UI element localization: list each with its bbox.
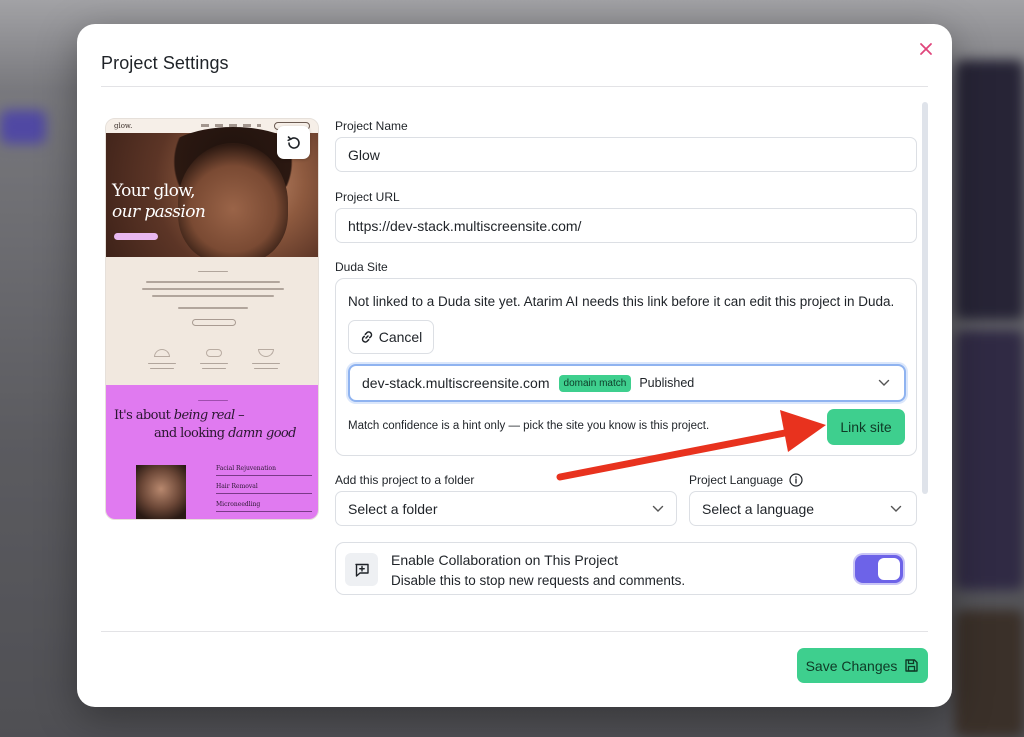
preview-pink-line2-italic: damn good [228, 426, 296, 441]
preview-text-line [178, 307, 248, 309]
preview-pink-line1-italic: being real [173, 408, 235, 423]
preview-hero-line2: our passion [112, 202, 206, 222]
link-icon [361, 331, 372, 343]
match-hint: Match confidence is a hint only — pick t… [348, 420, 710, 432]
site-status: Published [639, 376, 695, 390]
duda-site-select[interactable]: dev-stack.multiscreensite.com domain mat… [348, 364, 906, 402]
cancel-label: Cancel [378, 329, 423, 345]
preview-hero-line1: Your glow, [112, 181, 196, 201]
footer-divider [101, 631, 928, 632]
language-value: Select a language [702, 500, 815, 517]
duda-site-label: Duda Site [335, 260, 388, 274]
language-select[interactable]: Select a language [689, 491, 917, 526]
project-name-value: Glow [348, 146, 380, 163]
close-icon[interactable] [918, 41, 934, 57]
preview-treatments-section: It's about being real – and looking damn… [106, 385, 318, 519]
site-url: dev-stack.multiscreensite.com [362, 375, 550, 391]
project-url-label: Project URL [335, 190, 400, 204]
folder-select[interactable]: Select a folder [335, 491, 677, 526]
preview-pink-line1: It's about [114, 408, 171, 423]
link-site-button[interactable]: Link site [827, 409, 905, 445]
preview-feature-text [200, 363, 228, 364]
folder-value: Select a folder [348, 500, 438, 517]
collaboration-panel: Enable Collaboration on This Project Dis… [335, 542, 917, 595]
preview-treatment-item: Microneedling [216, 501, 312, 512]
collaboration-title: Enable Collaboration on This Project [391, 552, 618, 568]
preview-hero-button [114, 233, 158, 240]
preview-hero-heading: Your glow, our passion [112, 181, 206, 223]
preview-pink-line2: and looking [154, 426, 225, 441]
preview-feature-text [202, 368, 226, 369]
chevron-down-icon [890, 505, 902, 512]
preview-feature-icon [206, 349, 222, 357]
site-preview: glow. Your glow, our passion It's about … [105, 118, 319, 520]
save-changes-label: Save Changes [805, 657, 898, 674]
language-label: Project Language [689, 473, 784, 487]
collaboration-toggle[interactable] [855, 555, 903, 583]
domain-match-badge: domain match [558, 374, 632, 392]
preview-treatments-heading: It's about being real – and looking damn… [114, 408, 296, 441]
preview-treatment-item: Hair Removal [216, 483, 312, 494]
cancel-button[interactable]: Cancel [348, 320, 434, 354]
preview-feature-icon [258, 349, 274, 357]
preview-button-outline [192, 319, 236, 326]
refresh-icon [286, 135, 300, 149]
link-site-label: Link site [840, 419, 892, 435]
collaboration-description: Disable this to stop new requests and co… [391, 573, 686, 588]
preview-feature-text [254, 368, 278, 369]
preview-text-line [142, 288, 284, 290]
toggle-knob [878, 558, 900, 580]
save-icon [905, 659, 919, 672]
folder-label: Add this project to a folder [335, 473, 475, 487]
preview-about-section [106, 257, 318, 385]
chevron-down-icon [878, 379, 890, 386]
save-changes-button[interactable]: Save Changes [797, 648, 928, 683]
project-settings-modal: Project Settings glow. Your glow, our pa… [77, 24, 952, 707]
comment-plus-icon [345, 553, 378, 586]
preview-feature-text [252, 363, 280, 364]
project-name-input[interactable]: Glow [335, 137, 917, 172]
language-label-row: Project Language [689, 473, 803, 487]
chevron-down-icon [652, 505, 664, 512]
scrollbar[interactable] [922, 102, 928, 494]
modal-title: Project Settings [101, 53, 229, 73]
duda-site-panel: Not linked to a Duda site yet. Atarim AI… [335, 278, 917, 456]
preview-feature-text [150, 368, 174, 369]
project-url-input[interactable]: https://dev-stack.multiscreensite.com/ [335, 208, 917, 243]
preview-text-line [146, 281, 280, 283]
preview-text-line [198, 400, 228, 401]
preview-feature-text [148, 363, 176, 364]
preview-text-line [198, 271, 228, 272]
refresh-preview-button[interactable] [277, 126, 310, 159]
preview-treatment-photo [136, 465, 186, 519]
project-url-value: https://dev-stack.multiscreensite.com/ [348, 217, 582, 234]
preview-treatment-item: Facial Rejuvenation [216, 465, 312, 476]
project-name-label: Project Name [335, 119, 408, 133]
preview-logo: glow. [114, 122, 133, 130]
preview-feature-icon [154, 349, 170, 357]
info-icon[interactable] [789, 473, 803, 487]
preview-text-line [152, 295, 274, 297]
duda-status-message: Not linked to a Duda site yet. Atarim AI… [348, 294, 895, 309]
header-divider [101, 86, 928, 87]
